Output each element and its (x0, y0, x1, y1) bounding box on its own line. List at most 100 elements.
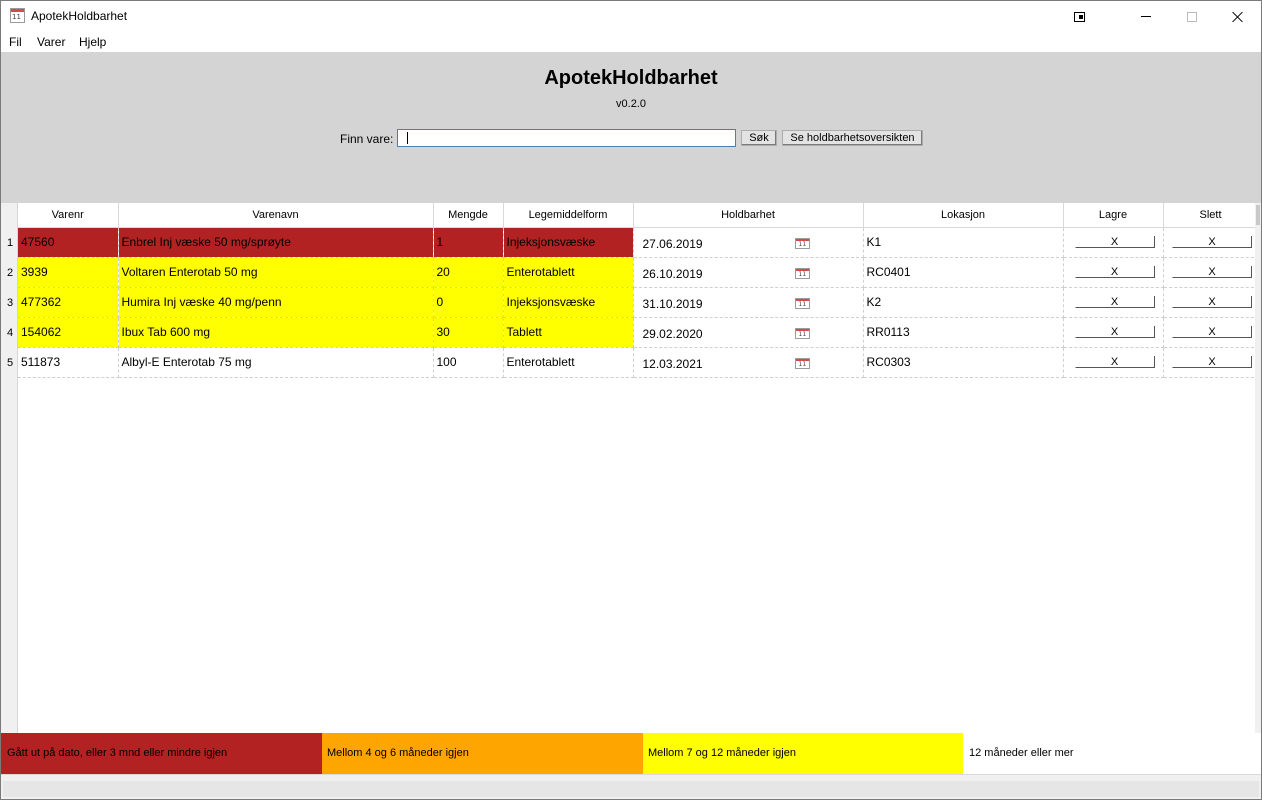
date-value[interactable]: 26.10.2019 (643, 267, 703, 281)
cell-legemiddelform[interactable]: Injeksjonsvæske (503, 227, 634, 258)
search-label: Finn vare: (340, 132, 394, 146)
search-button[interactable]: Søk (741, 130, 777, 146)
row-number[interactable]: 1 (7, 237, 13, 249)
cell-varenavn[interactable]: Albyl-E Enterotab 75 mg (118, 347, 434, 378)
save-button[interactable]: X (1074, 296, 1155, 308)
cell-holdbarhet[interactable]: 27.06.2019 11 (633, 227, 864, 258)
delete-button[interactable]: X (1172, 296, 1252, 308)
save-button[interactable]: X (1074, 236, 1155, 248)
menu-hjelp[interactable]: Hjelp (79, 35, 106, 49)
cell-legemiddelform[interactable]: Injeksjonsvæske (503, 287, 634, 318)
window-title: ApotekHoldbarhet (31, 9, 128, 23)
legend-white: 12 måneder eller mer (963, 733, 1261, 774)
date-value[interactable]: 31.10.2019 (643, 297, 703, 311)
item-table: Varenr Varenavn Mengde Legemiddelform Ho… (18, 203, 1259, 378)
delete-button[interactable]: X (1172, 356, 1252, 368)
snap-layout-button[interactable] (1056, 1, 1102, 32)
minimize-button[interactable] (1123, 1, 1169, 32)
cell-holdbarhet[interactable]: 26.10.2019 11 (633, 257, 864, 288)
row-number[interactable]: 5 (7, 357, 13, 369)
cell-holdbarhet[interactable]: 31.10.2019 11 (633, 287, 864, 318)
cell-mengde[interactable]: 100 (433, 347, 504, 378)
delete-button[interactable]: X (1172, 326, 1252, 338)
cell-slett: X (1163, 287, 1259, 318)
cell-varenr[interactable]: 477362 (18, 287, 119, 318)
table-row[interactable]: 477362 Humira Inj væske 40 mg/penn 0 Inj… (18, 287, 1259, 318)
cell-legemiddelform[interactable]: Tablett (503, 317, 634, 348)
delete-button[interactable]: X (1172, 236, 1252, 248)
cell-varenr[interactable]: 154062 (18, 317, 119, 348)
column-header-varenavn[interactable]: Varenavn (118, 203, 434, 228)
menu-varer[interactable]: Varer (37, 35, 65, 49)
column-header-lagre[interactable]: Lagre (1063, 203, 1164, 228)
cell-varenr[interactable]: 3939 (18, 257, 119, 288)
cell-slett: X (1163, 347, 1259, 378)
cell-lagre: X (1063, 347, 1164, 378)
cell-lagre: X (1063, 287, 1164, 318)
cell-mengde[interactable]: 1 (433, 227, 504, 258)
cell-lokasjon[interactable]: RC0401 (863, 257, 1064, 288)
title-bar[interactable]: 11 ApotekHoldbarhet (1, 1, 1261, 32)
cell-lokasjon[interactable]: RR0113 (863, 317, 1064, 348)
row-number[interactable]: 3 (7, 297, 13, 309)
column-header-mengde[interactable]: Mengde (433, 203, 504, 228)
cell-varenavn[interactable]: Ibux Tab 600 mg (118, 317, 434, 348)
date-value[interactable]: 12.03.2021 (643, 357, 703, 371)
table-row[interactable]: 3939 Voltaren Enterotab 50 mg 20 Enterot… (18, 257, 1259, 288)
item-table-area: 1 2 3 4 5 Varenr Varenavn Mengde Legemid… (1, 203, 1261, 733)
row-number[interactable]: 2 (7, 267, 13, 279)
table-row[interactable]: 511873 Albyl-E Enterotab 75 mg 100 Enter… (18, 347, 1259, 378)
cell-mengde[interactable]: 30 (433, 317, 504, 348)
search-input[interactable] (397, 129, 736, 147)
delete-button[interactable]: X (1172, 266, 1252, 278)
column-header-legemiddelform[interactable]: Legemiddelform (503, 203, 634, 228)
cell-varenavn[interactable]: Enbrel Inj væske 50 mg/sprøyte (118, 227, 434, 258)
cell-lagre: X (1063, 317, 1164, 348)
cell-slett: X (1163, 317, 1259, 348)
date-value[interactable]: 27.06.2019 (643, 237, 703, 251)
column-header-slett[interactable]: Slett (1163, 203, 1259, 228)
date-value[interactable]: 29.02.2020 (643, 327, 703, 341)
cell-holdbarhet[interactable]: 29.02.2020 11 (633, 317, 864, 348)
column-header-holdbarhet[interactable]: Holdbarhet (633, 203, 864, 228)
cell-mengde[interactable]: 20 (433, 257, 504, 288)
legend-orange: Mellom 4 og 6 måneder igjen (322, 733, 643, 774)
close-button[interactable] (1215, 1, 1261, 32)
calendar-icon[interactable]: 11 (794, 267, 810, 279)
overview-button[interactable]: Se holdbarhetsoversikten (782, 130, 923, 146)
table-row[interactable]: 47560 Enbrel Inj væske 50 mg/sprøyte 1 I… (18, 227, 1259, 258)
cell-varenr[interactable]: 47560 (18, 227, 119, 258)
cell-lokasjon[interactable]: RC0303 (863, 347, 1064, 378)
table-row[interactable]: 154062 Ibux Tab 600 mg 30 Tablett 29.02.… (18, 317, 1259, 348)
column-header-lokasjon[interactable]: Lokasjon (863, 203, 1064, 228)
cell-lokasjon[interactable]: K1 (863, 227, 1064, 258)
row-header-gutter: 1 2 3 4 5 (1, 203, 18, 733)
calendar-icon[interactable]: 11 (794, 297, 810, 309)
cell-legemiddelform[interactable]: Enterotablett (503, 257, 634, 288)
save-button[interactable]: X (1074, 326, 1155, 338)
scrollbar-thumb[interactable] (1256, 205, 1260, 225)
cell-mengde[interactable]: 0 (433, 287, 504, 318)
text-caret (407, 132, 408, 144)
calendar-icon[interactable]: 11 (794, 327, 810, 339)
maximize-button[interactable] (1169, 1, 1215, 32)
menu-fil[interactable]: Fil (9, 35, 22, 49)
cell-varenr[interactable]: 511873 (18, 347, 119, 378)
row-number[interactable]: 4 (7, 327, 13, 339)
cell-legemiddelform[interactable]: Enterotablett (503, 347, 634, 378)
vertical-scrollbar[interactable] (1255, 203, 1261, 733)
cell-holdbarhet[interactable]: 12.03.2021 11 (633, 347, 864, 378)
cell-varenavn[interactable]: Humira Inj væske 40 mg/penn (118, 287, 434, 318)
cell-lagre: X (1063, 257, 1164, 288)
cell-varenavn[interactable]: Voltaren Enterotab 50 mg (118, 257, 434, 288)
color-legend: Gått ut på dato, eller 3 mnd eller mindr… (1, 733, 1261, 774)
save-button[interactable]: X (1074, 356, 1155, 368)
horizontal-scrollbar[interactable] (3, 781, 1259, 797)
maximize-icon (1187, 11, 1197, 22)
calendar-icon[interactable]: 11 (794, 357, 810, 369)
column-header-varenr[interactable]: Varenr (18, 203, 119, 228)
calendar-icon[interactable]: 11 (794, 237, 810, 249)
save-button[interactable]: X (1074, 266, 1155, 278)
cell-lokasjon[interactable]: K2 (863, 287, 1064, 318)
legend-yellow: Mellom 7 og 12 måneder igjen (643, 733, 963, 774)
